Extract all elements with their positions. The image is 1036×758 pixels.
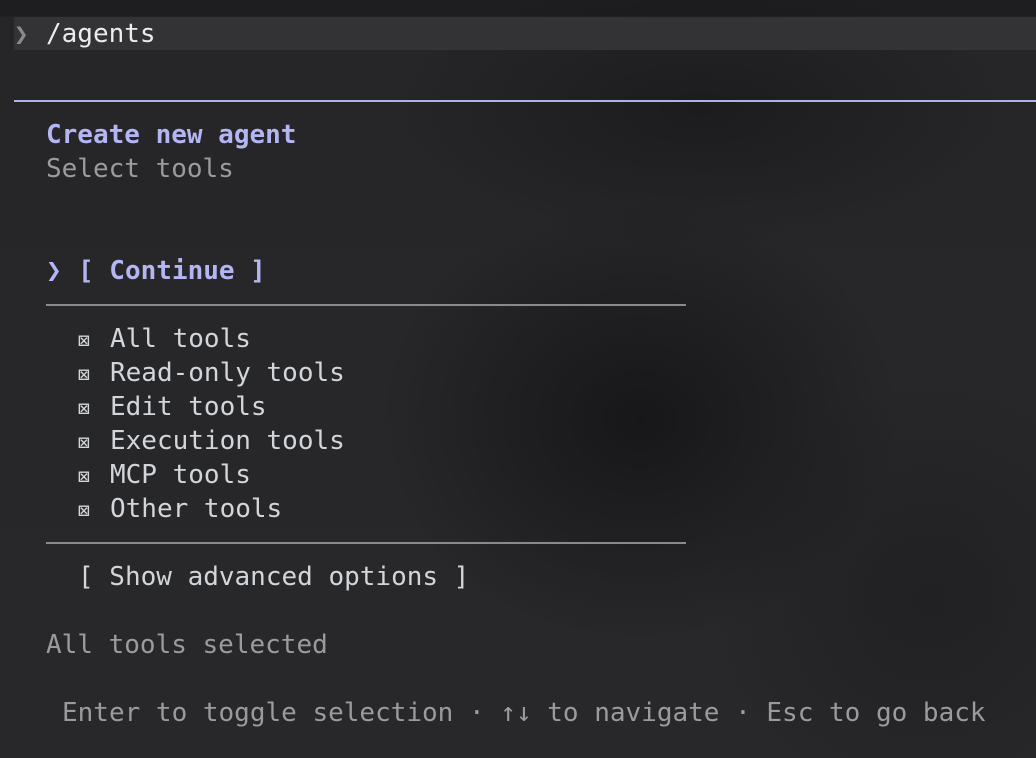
checkbox-checked-icon[interactable]: ⊠ <box>78 493 110 527</box>
selection-cursor-icon: ❯ <box>46 256 62 286</box>
checkbox-checked-icon[interactable]: ⊠ <box>78 357 110 391</box>
tools-top-divider <box>46 304 686 306</box>
wizard-title: Create new agent <box>46 120 297 150</box>
wizard-subtitle: Select tools <box>46 154 234 184</box>
tool-option-read-only[interactable]: ⊠ Read-only tools <box>78 356 345 390</box>
tool-option-edit[interactable]: ⊠ Edit tools <box>78 390 345 424</box>
prompt-bar <box>14 17 1036 50</box>
checkbox-checked-icon[interactable]: ⊠ <box>78 459 110 493</box>
tool-option-mcp[interactable]: ⊠ MCP tools <box>78 458 345 492</box>
show-advanced-options-button[interactable]: [ Show advanced options ] <box>78 560 469 594</box>
continue-button[interactable]: [ Continue ] <box>78 254 266 288</box>
tool-option-label: Execution tools <box>110 426 345 456</box>
checkbox-checked-icon[interactable]: ⊠ <box>78 323 110 357</box>
keyboard-help-text: Enter to toggle selection · ↑↓ to naviga… <box>62 698 986 728</box>
panel-top-divider <box>14 100 1036 102</box>
tool-option-label: Other tools <box>110 494 283 524</box>
tool-option-label: Read-only tools <box>110 358 345 388</box>
tool-option-execution[interactable]: ⊠ Execution tools <box>78 424 345 458</box>
prompt-chevron-icon: ❯ <box>14 20 29 48</box>
tool-option-other[interactable]: ⊠ Other tools <box>78 492 345 526</box>
tool-list: ⊠ All tools ⊠ Read-only tools ⊠ Edit tools … <box>78 322 345 526</box>
checkbox-checked-icon[interactable]: ⊠ <box>78 425 110 459</box>
tool-option-label: Edit tools <box>110 392 267 422</box>
selection-status: All tools selected <box>46 630 328 660</box>
prompt-command: /agents <box>46 19 156 49</box>
tool-option-all[interactable]: ⊠ All tools <box>78 322 345 356</box>
checkbox-checked-icon[interactable]: ⊠ <box>78 391 110 425</box>
tool-option-label: All tools <box>110 324 251 354</box>
tools-bottom-divider <box>46 542 686 544</box>
tool-option-label: MCP tools <box>110 460 251 490</box>
